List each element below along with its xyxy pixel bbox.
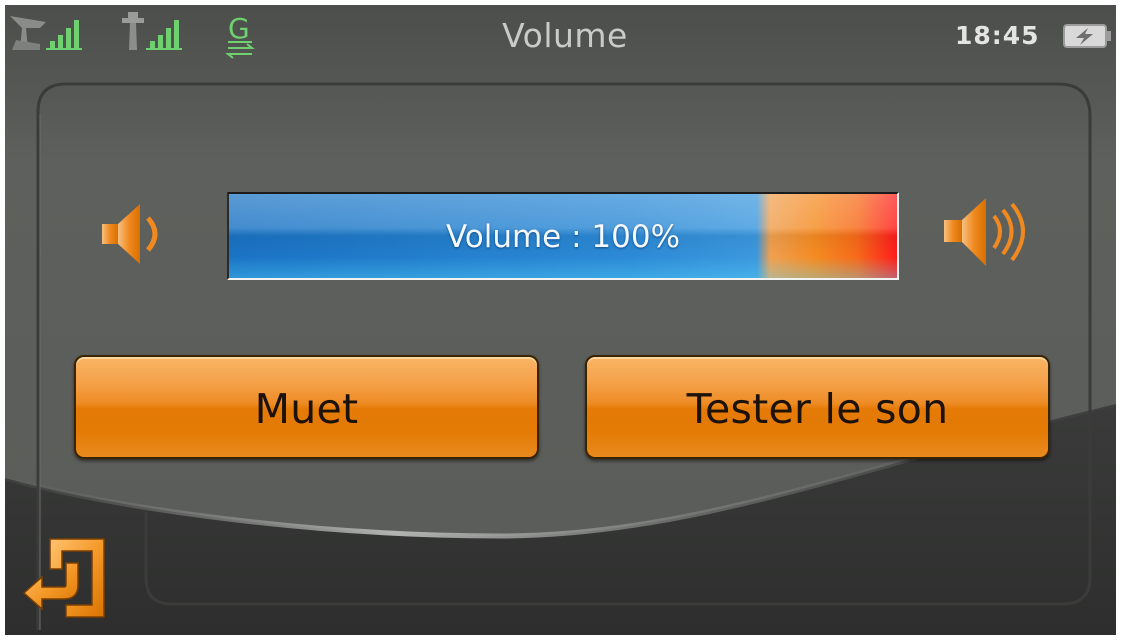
satellite-signal-icon: [10, 16, 82, 50]
screen-background: [4, 5, 1117, 635]
back-arrow-icon: [22, 538, 105, 618]
test-sound-button[interactable]: Tester le son: [585, 355, 1050, 459]
speaker-low-icon[interactable]: [98, 196, 170, 272]
volume-bar[interactable]: Volume : 100%: [227, 192, 899, 280]
gps-volume-screen: G Volume 18:45 Volume : 100% Muet Tester…: [0, 0, 1121, 640]
speaker-high-icon[interactable]: [940, 190, 1036, 274]
svg-text:G: G: [228, 12, 250, 45]
back-button[interactable]: [20, 533, 112, 625]
gprs-g-icon: G: [225, 12, 255, 59]
mute-button-label: Muet: [254, 385, 359, 433]
test-sound-button-label: Tester le son: [686, 385, 949, 433]
status-bar: G Volume 18:45: [0, 0, 1121, 70]
volume-label: Volume : 100%: [445, 219, 681, 255]
page-title: Volume: [502, 16, 628, 55]
clock: 18:45: [955, 21, 1040, 50]
mute-button[interactable]: Muet: [74, 355, 539, 459]
battery-charging-icon: [1063, 24, 1111, 48]
gsm-signal-icon: [122, 12, 182, 50]
